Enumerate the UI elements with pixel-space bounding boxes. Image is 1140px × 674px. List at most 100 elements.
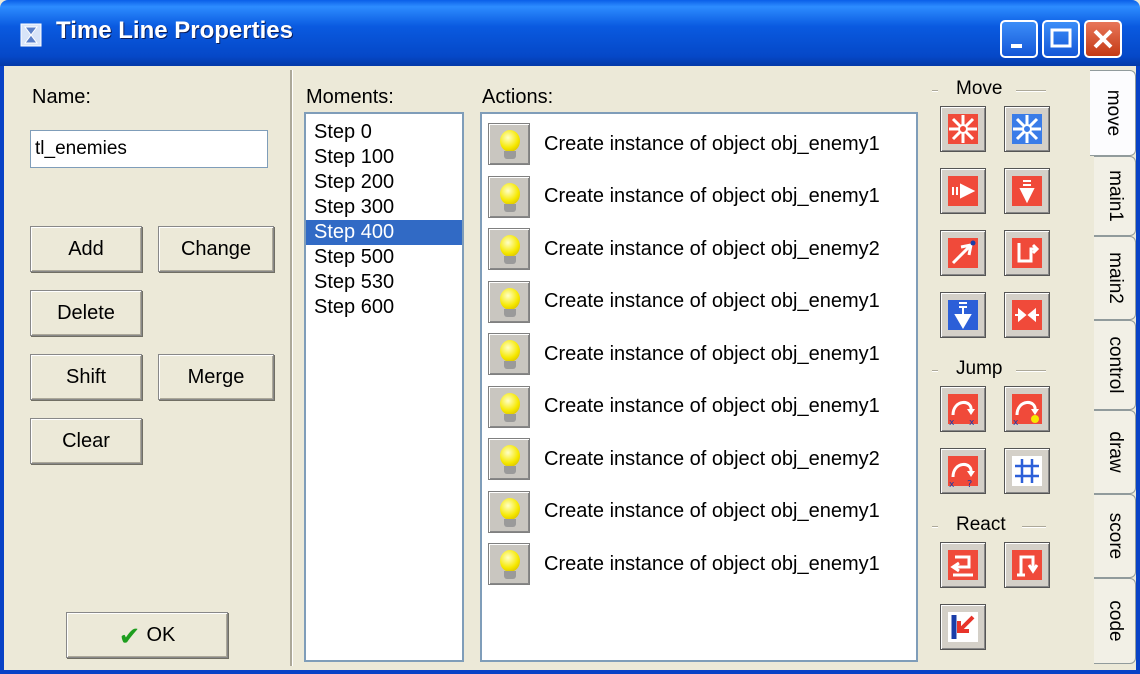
move-fixed-icon [948,114,978,144]
lightbulb-icon [488,228,530,271]
gravity-button[interactable] [940,292,986,338]
action-text: Create instance of object obj_enemy1 [544,185,880,208]
action-text: Create instance of object obj_enemy1 [544,342,880,365]
action-text: Create instance of object obj_enemy1 [544,395,880,418]
action-text: Create instance of object obj_enemy1 [544,290,880,313]
group-move-label: Move [954,78,1005,100]
moment-item[interactable]: Step 0 [306,120,462,145]
jump-to-position-button[interactable]: xx [940,386,986,432]
svg-text:x: x [949,480,955,489]
moment-item[interactable]: Step 530 [306,270,462,295]
action-row[interactable]: Create instance of object obj_enemy1 [482,538,916,591]
svg-text:x: x [1013,418,1019,427]
move-to-button[interactable] [1004,230,1050,276]
move-fixed-button[interactable] [940,106,986,152]
minimize-button[interactable] [1000,20,1038,58]
title-bar[interactable]: Time Line Properties [0,0,1140,66]
action-palette: Move Jump xx x x? React [928,70,1094,666]
action-row[interactable]: Create instance of object obj_enemy1 [482,328,916,381]
tab-move[interactable]: move [1090,70,1136,156]
tab-control[interactable]: control [1094,320,1136,410]
group-react-label: React [954,514,1008,536]
add-button[interactable]: Add [30,226,142,272]
svg-text:x: x [949,418,955,427]
action-text: Create instance of object obj_enemy1 [544,500,880,523]
ok-label: OK [146,624,176,646]
lightbulb-icon [488,280,530,323]
action-text: Create instance of object obj_enemy2 [544,237,880,260]
change-button[interactable]: Change [158,226,274,272]
moment-item[interactable]: Step 500 [306,245,462,270]
lightbulb-icon [488,385,530,428]
gravity-down-icon [948,300,978,330]
jump-start-icon: x [1012,394,1042,427]
moment-item[interactable]: Step 600 [306,295,462,320]
tab-score[interactable]: score [1094,494,1136,578]
bounce-button[interactable] [1004,542,1050,588]
speed-vertical-button[interactable] [1004,168,1050,214]
action-row[interactable]: Create instance of object obj_enemy1 [482,118,916,171]
lightbulb-icon [488,490,530,533]
move-free-icon [1012,114,1042,144]
tab-main1[interactable]: main1 [1094,156,1136,236]
action-row[interactable]: Create instance of object obj_enemy1 [482,486,916,539]
action-text: Create instance of object obj_enemy2 [544,447,880,470]
align-to-grid-button[interactable] [1004,448,1050,494]
shift-button[interactable]: Shift [30,354,142,400]
reverse-horizontal-button[interactable] [1004,292,1050,338]
tab-main2[interactable]: main2 [1094,236,1136,320]
lightbulb-icon [488,123,530,166]
delete-button[interactable]: Delete [30,290,142,336]
merge-button[interactable]: Merge [158,354,274,400]
bounce-icon [1012,550,1042,580]
jump-arc-icon: xx [948,394,978,427]
close-icon [1093,29,1113,49]
move-free-button[interactable] [1004,106,1050,152]
window-title: Time Line Properties [56,17,293,44]
action-row[interactable]: Create instance of object obj_enemy1 [482,381,916,434]
close-button[interactable] [1084,20,1122,58]
action-row[interactable]: Create instance of object obj_enemy2 [482,223,916,276]
clear-button[interactable]: Clear [30,418,142,464]
actions-list[interactable]: Create instance of object obj_enemy1 Crea… [480,112,918,662]
maximize-button[interactable] [1042,20,1080,58]
moment-item[interactable]: Step 400 [306,220,462,245]
grid-icon [1012,456,1042,486]
wrap-screen-button[interactable] [940,604,986,650]
panel-divider [290,70,293,666]
name-input[interactable] [30,130,268,168]
lightbulb-icon [488,175,530,218]
lightbulb-icon [488,543,530,586]
arrow-down-icon [1012,176,1042,206]
jump-random-icon: x? [948,456,978,489]
moment-item[interactable]: Step 100 [306,145,462,170]
hourglass-icon [20,23,42,47]
action-row[interactable]: Create instance of object obj_enemy2 [482,433,916,486]
jump-to-start-button[interactable]: x [1004,386,1050,432]
svg-text:x: x [969,418,975,427]
move-towards-button[interactable] [940,168,986,214]
lightbulb-icon [488,333,530,376]
tab-code[interactable]: code [1094,578,1136,664]
group-jump-label: Jump [954,358,1005,380]
arrow-right-icon [948,176,978,206]
set-direction-button[interactable] [940,230,986,276]
action-row[interactable]: Create instance of object obj_enemy1 [482,276,916,329]
palette-tabs: move main1 main2 control draw score code [1090,70,1136,670]
reverse-direction-button[interactable] [940,542,986,588]
reverse-arrow-icon [948,550,978,580]
tab-draw[interactable]: draw [1094,410,1136,494]
maximize-icon [1050,28,1072,48]
lightbulb-icon [488,438,530,481]
moment-item[interactable]: Step 300 [306,195,462,220]
svg-text:?: ? [967,479,972,489]
moments-list[interactable]: Step 0 Step 100 Step 200 Step 300 Step 400 St… [304,112,464,662]
jump-random-button[interactable]: x? [940,448,986,494]
action-text: Create instance of object obj_enemy1 [544,132,880,155]
action-row[interactable]: Create instance of object obj_enemy1 [482,171,916,224]
arrows-horizontal-icon [1012,300,1042,330]
minimize-icon [1011,44,1022,48]
ok-button[interactable]: ✔ OK [66,612,228,658]
moment-item[interactable]: Step 200 [306,170,462,195]
name-label: Name: [32,86,91,108]
